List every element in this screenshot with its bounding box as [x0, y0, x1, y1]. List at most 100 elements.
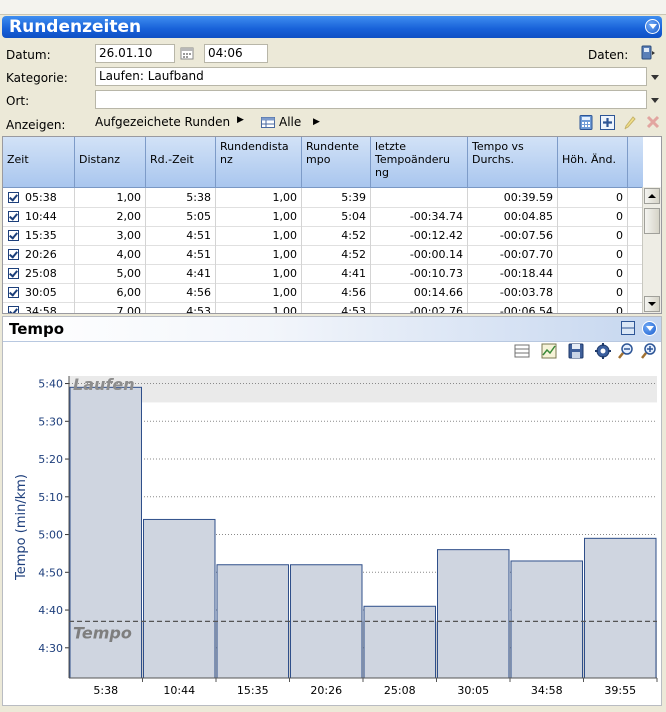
table-cell: -00:07.70	[468, 245, 558, 264]
calendar-icon[interactable]	[180, 46, 194, 60]
table-cell: 4:56	[302, 283, 371, 302]
split-view-icon[interactable]	[621, 321, 635, 335]
chart-type-icon[interactable]	[540, 342, 558, 360]
location-dropdown-icon[interactable]	[648, 91, 662, 108]
y-tick-label: 4:30	[38, 642, 63, 655]
x-tick-label: 5:38	[93, 684, 118, 697]
table-header: Zeit Distanz Rd.-Zeit Rundendista nz Rundente…	[3, 137, 643, 188]
delete-icon[interactable]	[646, 115, 660, 129]
view-mode-dropdown[interactable]: Aufgezeichete Runden	[95, 115, 230, 129]
tempo-bar	[584, 537, 657, 679]
tempo-bar	[437, 549, 510, 679]
column-header[interactable]: Rundendista nz	[216, 137, 302, 187]
column-header[interactable]: Distanz	[75, 137, 146, 187]
time-cell: 34:58	[3, 302, 75, 313]
table-cell: 1,00	[216, 302, 302, 313]
column-header-line: Rd.-Zeit	[150, 153, 194, 166]
collapse-panel-icon[interactable]	[645, 19, 660, 34]
column-header[interactable]: Tempo vs Durchs.	[468, 137, 558, 187]
column-header-line: Tempoänderu	[375, 153, 451, 166]
table-row[interactable]: 30:05 6,00 4:56 1,00 4:56 00:14.66 -00:03.78 0	[3, 283, 643, 303]
table-cell: 4:52	[302, 245, 371, 264]
time-value: 10:44	[25, 210, 57, 223]
column-header[interactable]: Zeit	[3, 137, 75, 187]
table-cell: -00:06.54	[468, 302, 558, 313]
edit-icon[interactable]	[623, 115, 637, 130]
settings-gear-icon[interactable]	[594, 342, 612, 360]
table-cell: 0	[558, 226, 628, 245]
table-cell: 4:41	[302, 264, 371, 283]
time-value: 30:05	[25, 286, 57, 299]
table-cell: 0	[558, 264, 628, 283]
time-value: 25:08	[25, 267, 57, 280]
tempo-panel-title: Tempo	[9, 320, 65, 338]
add-lap-icon[interactable]	[600, 115, 615, 130]
table-cell: 4,00	[75, 245, 146, 264]
filter-dropdown[interactable]: Alle	[279, 115, 301, 129]
view-mode-arrow-icon[interactable]: ▶	[237, 115, 244, 125]
lap-checkbox[interactable]	[8, 192, 19, 203]
table-cell: 4:53	[146, 302, 216, 313]
table-row[interactable]: 05:38 1,00 5:38 1,00 5:39 00:39.59 0	[3, 188, 643, 208]
time-cell: 15:35	[3, 226, 75, 245]
title-bar: Rundenzeiten	[2, 16, 662, 38]
column-header-line: Höh. Änd.	[562, 153, 616, 166]
y-tick-label: 5:10	[38, 491, 63, 504]
chart-lines-icon[interactable]	[513, 342, 531, 360]
lap-checkbox[interactable]	[8, 249, 19, 260]
y-axis-label: Tempo (min/km)	[14, 474, 29, 581]
calculator-icon[interactable]	[579, 115, 593, 130]
scroll-thumb[interactable]	[644, 208, 660, 234]
table-row[interactable]: 20:26 4,00 4:51 1,00 4:52 -00:00.14 -00:07.70 0	[3, 245, 643, 265]
time-value: 05:38	[25, 191, 57, 204]
table-cell: -00:02.76	[371, 302, 468, 313]
table-cell: 00:14.66	[371, 283, 468, 302]
data-device-icon[interactable]	[640, 45, 655, 60]
vertical-scrollbar[interactable]	[642, 187, 661, 313]
top-strip	[0, 0, 666, 15]
x-tick-label: 30:05	[457, 684, 489, 697]
column-header[interactable]: Rd.-Zeit	[146, 137, 216, 187]
chart-panel-collapse-icon[interactable]	[642, 321, 657, 336]
zoom-in-icon[interactable]	[640, 342, 658, 360]
table-cell: 00:04.85	[468, 207, 558, 226]
lap-checkbox[interactable]	[8, 268, 19, 279]
category-dropdown-icon[interactable]	[648, 68, 662, 85]
tempo-bar	[143, 518, 216, 679]
table-cell: 1,00	[216, 264, 302, 283]
lap-checkbox[interactable]	[8, 230, 19, 241]
column-header[interactable]: letzte Tempoänderu ng	[371, 137, 468, 187]
table-cell: 4:51	[146, 245, 216, 264]
scroll-up-icon[interactable]	[644, 188, 660, 204]
table-cell: 4:52	[302, 226, 371, 245]
table-row[interactable]: 25:08 5,00 4:41 1,00 4:41 -00:10.73 -00:18.44 0	[3, 264, 643, 284]
table-cell: 00:39.59	[468, 188, 558, 207]
date-field[interactable]: 26.01.10	[95, 44, 175, 63]
lap-checkbox[interactable]	[8, 306, 19, 313]
lap-checkbox[interactable]	[8, 211, 19, 222]
y-tick-label: 4:50	[38, 566, 63, 579]
scroll-down-icon[interactable]	[644, 296, 660, 312]
save-chart-icon[interactable]	[567, 342, 585, 360]
table-cell: -00:07.56	[468, 226, 558, 245]
table-cell: 1,00	[75, 188, 146, 207]
category-select[interactable]: Laufen: Laufband	[95, 67, 647, 86]
table-cell: 1,00	[216, 245, 302, 264]
column-header-label: Höh. Änd.	[562, 153, 623, 166]
column-header-label: Rundente mpo	[306, 140, 366, 166]
table-row[interactable]: 15:35 3,00 4:51 1,00 4:52 -00:12.42 -00:07.56 0	[3, 226, 643, 246]
column-header-label: letzte Tempoänderu ng	[375, 140, 463, 179]
column-header[interactable]: Höh. Änd.	[558, 137, 628, 187]
time-field[interactable]: 04:06	[204, 44, 268, 63]
zoom-out-icon[interactable]	[617, 342, 635, 360]
tempo-chart-svg: 4:30 4:40 4:50 5:00 5:10 5:20 5:30 5:40 Laufen Te…	[14, 375, 658, 697]
lap-checkbox[interactable]	[8, 287, 19, 298]
column-header[interactable]: Rundente mpo	[302, 137, 371, 187]
table-row[interactable]: 10:44 2,00 5:05 1,00 5:04 -00:34.74 00:04.85 0	[3, 207, 643, 227]
filter-arrow-icon[interactable]: ▶	[313, 117, 320, 127]
table-cell: 5:04	[302, 207, 371, 226]
location-select[interactable]	[95, 90, 647, 109]
y-tick-label: 5:40	[38, 378, 63, 391]
table-row[interactable]: 34:58 7,00 4:53 1,00 4:53 -00:02.76 -00:06.54 0	[3, 302, 643, 313]
time-cell: 05:38	[3, 188, 75, 207]
